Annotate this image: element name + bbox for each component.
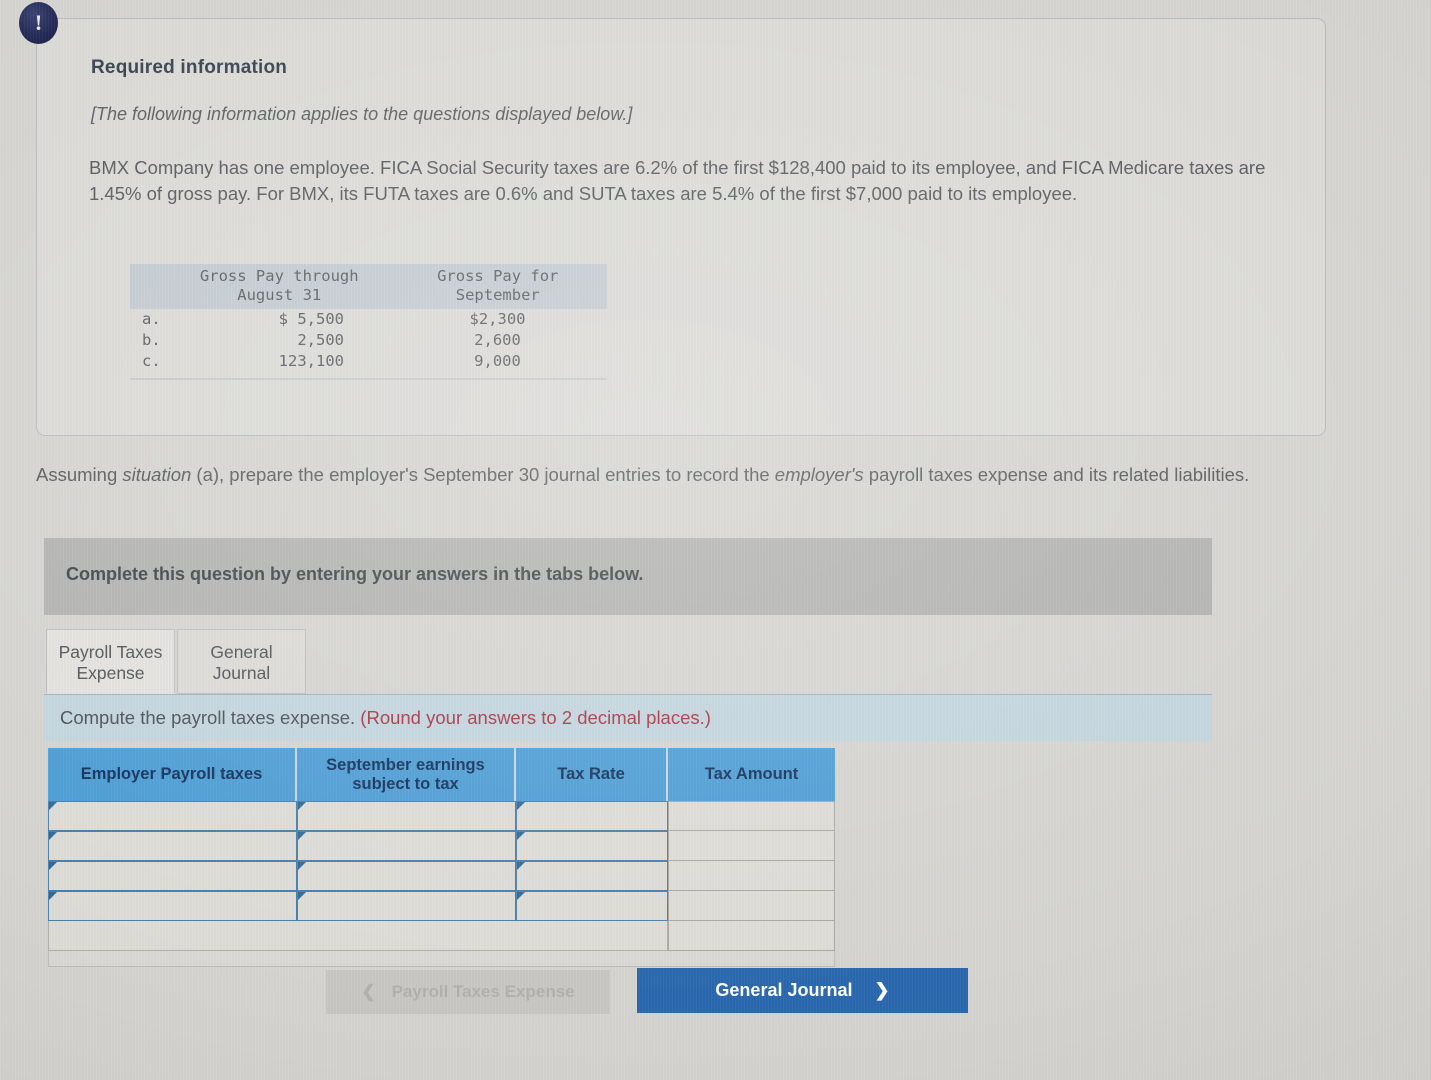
instruction-text: Compute the payroll taxes expense. (Roun… bbox=[60, 707, 711, 729]
cell-employer-payroll-tax[interactable] bbox=[48, 861, 297, 891]
dropdown-triangle-icon bbox=[298, 802, 306, 810]
question-emphasis-employers: employer's bbox=[774, 464, 864, 485]
tab-label-line1: Payroll Taxes bbox=[58, 642, 163, 662]
row-through-august: 123,100 bbox=[278, 352, 344, 370]
scenario-text: BMX Company has one employee. FICA Socia… bbox=[89, 157, 1266, 204]
dropdown-triangle-icon bbox=[49, 892, 57, 900]
row-september: 9,000 bbox=[474, 352, 521, 370]
prev-button-label: Payroll Taxes Expense bbox=[391, 982, 575, 1001]
dropdown-triangle-icon bbox=[517, 862, 525, 870]
dropdown-triangle-icon bbox=[49, 862, 57, 870]
cell-total-label bbox=[48, 921, 668, 951]
next-general-journal-button[interactable]: General Journal ❯ bbox=[637, 968, 968, 1013]
column-header-employer-payroll-taxes: Employer Payroll taxes bbox=[48, 748, 297, 801]
table-row: c. 123,100 9,000 bbox=[130, 351, 607, 372]
tab-strip: Payroll Taxes Expense General Journal bbox=[46, 629, 306, 694]
cell-september-earnings[interactable] bbox=[297, 801, 516, 831]
next-button-label: General Journal bbox=[715, 980, 853, 1000]
banner-text: Complete this question by entering your … bbox=[66, 564, 644, 584]
dropdown-triangle-icon bbox=[298, 862, 306, 870]
tab-general-journal[interactable]: General Journal bbox=[177, 629, 306, 694]
row-through-august: 2,500 bbox=[297, 331, 344, 349]
dropdown-triangle-icon bbox=[517, 892, 525, 900]
column-header-tax-amount: Tax Amount bbox=[704, 765, 799, 783]
chevron-right-icon: ❯ bbox=[874, 980, 890, 1000]
table-row: a. $ 5,500 $2,300 bbox=[130, 309, 607, 330]
cell-employer-payroll-tax[interactable] bbox=[48, 831, 297, 861]
question-prompt: Assuming situation (a), prepare the empl… bbox=[36, 460, 1306, 490]
gross-pay-table: Gross Pay through August 31 Gross Pay fo… bbox=[130, 264, 607, 380]
cell-september-earnings[interactable] bbox=[297, 891, 516, 921]
required-information-panel: Required information [The following info… bbox=[36, 18, 1326, 436]
dropdown-triangle-icon bbox=[298, 892, 306, 900]
row-september: $2,300 bbox=[469, 310, 526, 328]
row-label: a. bbox=[142, 310, 161, 328]
cell-tax-rate[interactable] bbox=[516, 801, 668, 831]
table-bottom-rule bbox=[130, 378, 607, 380]
payroll-taxes-answer-grid: Employer Payroll taxes September earning… bbox=[48, 748, 835, 967]
cell-tax-rate[interactable] bbox=[516, 861, 668, 891]
instruction-note: (Round your answers to 2 decimal places.… bbox=[360, 707, 711, 728]
exclamation-icon: ! bbox=[19, 2, 58, 44]
table-row: b. 2,500 2,600 bbox=[130, 330, 607, 351]
exclamation-glyph: ! bbox=[34, 10, 43, 35]
chevron-left-icon: ❮ bbox=[361, 982, 376, 1001]
header-spacer bbox=[130, 267, 170, 305]
table-row bbox=[48, 861, 835, 891]
cell-tax-rate[interactable] bbox=[516, 831, 668, 861]
cell-tax-amount[interactable] bbox=[668, 861, 835, 891]
cell-employer-payroll-tax[interactable] bbox=[48, 801, 297, 831]
page-title: Required information bbox=[91, 57, 288, 78]
question-part-1: Assuming bbox=[36, 464, 123, 485]
tab-label-line2: Expense bbox=[76, 663, 145, 683]
grid-footer-rule bbox=[48, 951, 835, 967]
row-label: c. bbox=[142, 352, 161, 370]
cell-september-earnings[interactable] bbox=[297, 831, 516, 861]
header-gross-pay-through-august: Gross Pay through August 31 bbox=[199, 267, 359, 304]
column-header-line2: subject to tax bbox=[352, 774, 459, 793]
cell-total-amount[interactable] bbox=[668, 921, 835, 951]
cell-tax-rate[interactable] bbox=[516, 891, 668, 921]
tab-label-line1: General bbox=[210, 642, 273, 662]
question-part-3: payroll taxes expense and its related li… bbox=[863, 464, 1250, 485]
cell-september-earnings[interactable] bbox=[297, 861, 516, 891]
applies-note: [The following information applies to th… bbox=[91, 104, 633, 124]
prev-payroll-taxes-expense-button[interactable]: ❮ Payroll Taxes Expense bbox=[326, 970, 610, 1014]
column-header-line1: September earnings bbox=[326, 755, 485, 774]
row-label: b. bbox=[142, 331, 161, 349]
header-gross-pay-september: Gross Pay for September bbox=[437, 267, 559, 304]
complete-question-banner: Complete this question by entering your … bbox=[44, 538, 1212, 615]
row-through-august: $ 5,500 bbox=[278, 310, 344, 328]
cell-tax-amount[interactable] bbox=[668, 801, 835, 831]
table-row-total bbox=[48, 921, 835, 951]
cell-employer-payroll-tax[interactable] bbox=[48, 891, 297, 921]
tab-label-line2: Journal bbox=[212, 663, 271, 683]
instruction-main: Compute the payroll taxes expense. bbox=[60, 707, 356, 728]
table-row bbox=[48, 891, 835, 921]
dropdown-triangle-icon bbox=[49, 832, 57, 840]
table-row bbox=[48, 831, 835, 861]
column-header-tax-rate: Tax Rate bbox=[516, 748, 668, 801]
question-emphasis-situation: situation bbox=[122, 464, 192, 485]
dropdown-triangle-icon bbox=[517, 802, 525, 810]
cell-tax-amount[interactable] bbox=[668, 831, 835, 861]
dropdown-triangle-icon bbox=[298, 832, 306, 840]
grid-body bbox=[48, 801, 835, 951]
dropdown-triangle-icon bbox=[49, 802, 57, 810]
gross-pay-table-header: Gross Pay through August 31 Gross Pay fo… bbox=[130, 264, 607, 309]
grid-header-row: Employer Payroll taxes September earning… bbox=[48, 748, 835, 801]
question-part-2: (a), prepare the employer's September 30… bbox=[191, 464, 775, 485]
dropdown-triangle-icon bbox=[517, 832, 525, 840]
column-header-september-earnings: September earnings subject to tax bbox=[297, 748, 516, 801]
cell-tax-amount[interactable] bbox=[668, 891, 835, 921]
table-row bbox=[48, 801, 835, 831]
tab-payroll-taxes-expense[interactable]: Payroll Taxes Expense bbox=[46, 629, 175, 694]
instruction-bar: Compute the payroll taxes expense. (Roun… bbox=[44, 694, 1212, 741]
row-september: 2,600 bbox=[474, 331, 521, 349]
